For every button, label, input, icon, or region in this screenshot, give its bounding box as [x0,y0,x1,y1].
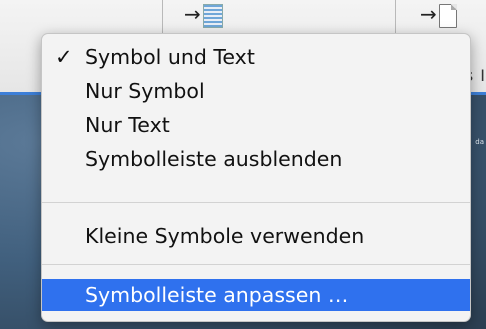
menu-item-symbol-und-text[interactable]: ✓ Symbol und Text [42,41,470,73]
checkmark-icon: ✓ [55,45,73,69]
menu-item-kleine-symbole-verwenden[interactable]: Kleine Symbole verwenden [42,220,470,252]
menu-item-symbolleiste-ausblenden[interactable]: Symbolleiste ausblenden [42,143,470,175]
menu-item-label: Nur Symbol [85,79,205,103]
arrow-right-icon: → [420,2,437,26]
menu-separator [42,264,470,265]
toolbar-button-insert-image[interactable]: → [184,4,223,30]
toolbar-context-menu: ✓ Symbol und Text Nur Symbol Nur Text Sy… [41,33,471,322]
menu-item-nur-text[interactable]: Nur Text [42,109,470,141]
menu-item-label: Symbolleiste ausblenden [85,147,343,171]
document-icon [438,4,457,28]
image-icon [202,4,223,28]
menu-item-label: Kleine Symbole verwenden [85,224,365,248]
menu-item-nur-symbol[interactable]: Nur Symbol [42,75,470,107]
menu-item-label: Symbolleiste anpassen … [85,283,349,307]
arrow-right-icon: → [184,2,201,26]
side-caption: da [475,138,484,146]
menu-item-symbolleiste-anpassen[interactable]: Symbolleiste anpassen … [42,279,470,311]
menu-item-label: Nur Text [85,113,170,137]
menu-separator [42,202,470,203]
menu-item-label: Symbol und Text [85,45,255,69]
toolbar-button-insert-document[interactable]: → [420,4,457,30]
